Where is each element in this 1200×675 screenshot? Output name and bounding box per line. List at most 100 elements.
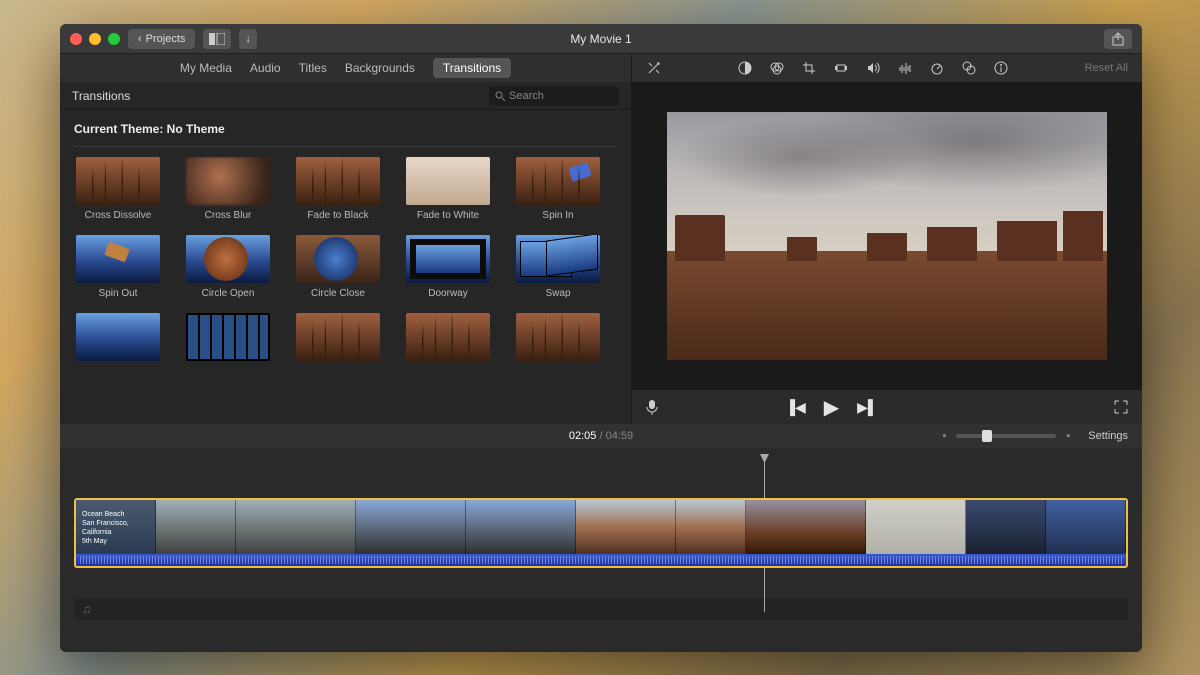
transition-thumb: [406, 313, 490, 361]
zoom-out-icon[interactable]: ▪: [942, 430, 946, 442]
transition-thumb: [76, 157, 160, 205]
transition-thumb: [76, 313, 160, 361]
volume-icon[interactable]: [865, 60, 881, 76]
transition-label: Cross Dissolve: [85, 210, 152, 221]
fullscreen-button[interactable]: [1114, 400, 1128, 414]
video-track[interactable]: Ocean Beach San Francisco, California 5t…: [74, 498, 1128, 556]
transition-item[interactable]: [510, 313, 606, 361]
import-button[interactable]: ↓: [239, 29, 257, 49]
transition-thumb: [186, 235, 270, 283]
music-icon: ♫: [82, 602, 91, 616]
next-frame-button[interactable]: ▶▌: [857, 399, 878, 416]
clip[interactable]: [236, 500, 356, 554]
timeline-pane[interactable]: Ocean Beach San Francisco, California 5t…: [60, 448, 1142, 652]
transition-label: Spin Out: [99, 288, 138, 299]
transition-item[interactable]: Cross Dissolve: [70, 157, 166, 221]
browser-subbar: Transitions Search: [60, 82, 631, 110]
transition-item[interactable]: Cross Blur: [180, 157, 276, 221]
info-icon[interactable]: [993, 60, 1009, 76]
library-toggle-button[interactable]: [203, 29, 231, 49]
transition-item[interactable]: Fade to Black: [290, 157, 386, 221]
library-icon: [209, 33, 225, 45]
download-icon: ↓: [245, 33, 251, 45]
tab-titles[interactable]: Titles: [299, 61, 327, 75]
time-current: 02:05: [569, 430, 597, 442]
play-button[interactable]: ▶: [824, 395, 839, 420]
clip[interactable]: [466, 500, 576, 554]
zoom-slider[interactable]: [956, 434, 1056, 438]
clip[interactable]: [1046, 500, 1126, 554]
clip[interactable]: [866, 500, 966, 554]
projects-label: Projects: [146, 33, 186, 45]
prev-frame-button[interactable]: ▐◀: [785, 399, 806, 416]
transition-item[interactable]: [180, 313, 276, 361]
stabilize-icon[interactable]: [833, 60, 849, 76]
transition-thumb: [406, 157, 490, 205]
clip[interactable]: [156, 500, 236, 554]
color-balance-icon[interactable]: [737, 60, 753, 76]
zoom-window-button[interactable]: [108, 33, 120, 45]
title-line2: San Francisco, California: [82, 519, 155, 537]
transition-item[interactable]: [290, 313, 386, 361]
transition-label: Doorway: [428, 288, 467, 299]
reset-all-button[interactable]: Reset All: [1085, 62, 1128, 74]
transition-thumb: [516, 157, 600, 205]
transition-item[interactable]: [400, 313, 496, 361]
minimize-window-button[interactable]: [89, 33, 101, 45]
preview-viewport: [632, 82, 1142, 390]
transition-label: Swap: [545, 288, 570, 299]
noise-reduction-icon[interactable]: [897, 60, 913, 76]
preview-video[interactable]: [667, 112, 1107, 360]
transition-label: Cross Blur: [205, 210, 252, 221]
title-line3: 5th May: [82, 537, 155, 546]
close-window-button[interactable]: [70, 33, 82, 45]
upper-panes: My Media Audio Titles Backgrounds Transi…: [60, 54, 1142, 424]
tab-audio[interactable]: Audio: [250, 61, 281, 75]
transition-item[interactable]: Fade to White: [400, 157, 496, 221]
clip[interactable]: [676, 500, 746, 554]
transition-item[interactable]: Doorway: [400, 235, 496, 299]
search-placeholder: Search: [509, 90, 544, 102]
voiceover-icon[interactable]: [646, 399, 658, 415]
search-input[interactable]: Search: [489, 86, 619, 106]
clip[interactable]: [356, 500, 466, 554]
settings-button[interactable]: Settings: [1088, 430, 1128, 442]
clip[interactable]: [746, 500, 866, 554]
zoom-in-icon[interactable]: ▪: [1066, 430, 1070, 442]
browser-section-label: Transitions: [72, 89, 130, 103]
audio-track[interactable]: [74, 554, 1128, 568]
clip-title[interactable]: Ocean Beach San Francisco, California 5t…: [76, 500, 156, 554]
transition-item[interactable]: [70, 313, 166, 361]
color-correction-icon[interactable]: [769, 60, 785, 76]
projects-back-button[interactable]: ‹ Projects: [128, 29, 195, 49]
transition-item[interactable]: Circle Open: [180, 235, 276, 299]
filter-icon[interactable]: [961, 60, 977, 76]
tab-transitions[interactable]: Transitions: [433, 58, 511, 78]
music-track[interactable]: ♫: [74, 598, 1128, 620]
transition-item[interactable]: Swap: [510, 235, 606, 299]
transition-thumb: [296, 157, 380, 205]
clip[interactable]: [576, 500, 676, 554]
time-bar: 02:05 / 04:59 ▪ ▪ Settings: [60, 424, 1142, 448]
chevron-left-icon: ‹: [138, 33, 142, 45]
share-icon: [1112, 32, 1124, 46]
viewer-pane: Reset All ▐◀ ▶ ▶▌: [632, 54, 1142, 424]
crop-icon[interactable]: [801, 60, 817, 76]
browser-tabs: My Media Audio Titles Backgrounds Transi…: [60, 54, 631, 82]
transition-item[interactable]: Circle Close: [290, 235, 386, 299]
tab-my-media[interactable]: My Media: [180, 61, 232, 75]
transition-item[interactable]: Spin In: [510, 157, 606, 221]
transition-item[interactable]: Spin Out: [70, 235, 166, 299]
browser-pane: My Media Audio Titles Backgrounds Transi…: [60, 54, 632, 424]
transition-label: Spin In: [542, 210, 573, 221]
speed-icon[interactable]: [929, 60, 945, 76]
transition-label: Fade to White: [417, 210, 479, 221]
enhance-icon[interactable]: [646, 60, 662, 76]
window-controls: [70, 33, 120, 45]
search-icon: [495, 91, 505, 101]
time-total: 04:59: [606, 430, 634, 442]
share-button[interactable]: [1104, 29, 1132, 49]
titlebar: ‹ Projects ↓ My Movie 1: [60, 24, 1142, 54]
tab-backgrounds[interactable]: Backgrounds: [345, 61, 415, 75]
clip[interactable]: [966, 500, 1046, 554]
